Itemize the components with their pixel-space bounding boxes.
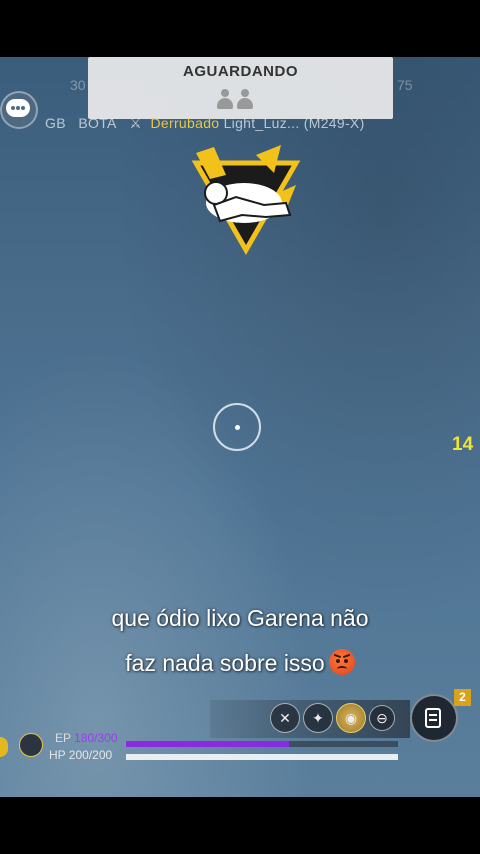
knockdown-icon: [191, 145, 301, 255]
waiting-banner: AGUARDANDO: [88, 57, 393, 119]
killfeed-action: Derrubado: [150, 115, 220, 131]
hp-label: HP 200/200: [49, 748, 112, 762]
ability-3-icon[interactable]: ◉: [336, 703, 366, 733]
teammates-waiting-icon: [216, 89, 254, 111]
player-avatar: [19, 733, 43, 757]
caption-line-2: faz nada sobre isso: [40, 649, 440, 677]
killfeed-weapon: (M249-X): [303, 115, 365, 131]
caption-line-1: que ódio lixo Garena não: [111, 605, 369, 631]
crosshair: [213, 403, 261, 451]
hp-value: 200/200: [68, 748, 113, 762]
caption-line-2-text: faz nada sobre isso: [125, 650, 325, 676]
killfeed-player: BOTA: [78, 115, 117, 131]
ep-label: EP 180/300: [55, 731, 118, 745]
ability-1-icon[interactable]: ✕: [270, 703, 300, 733]
inventory-button[interactable]: [410, 694, 458, 742]
kill-feed: GB BOTA ⚔ Derrubado Light_Luz... (M249-X…: [45, 115, 365, 132]
killfeed-victim: Light_Luz...: [223, 115, 300, 131]
ability-2-icon[interactable]: ✦: [303, 703, 333, 733]
faint-number-right: 75: [397, 77, 413, 93]
ep-bar-fill: [126, 741, 290, 747]
ep-label-text: EP: [55, 731, 71, 745]
hp-bar: [126, 754, 398, 760]
ep-bar: [126, 741, 398, 747]
faint-number-left: 30: [70, 77, 86, 93]
banner-title: AGUARDANDO: [183, 63, 298, 80]
ability-4-icon[interactable]: ⊖: [369, 705, 395, 731]
chat-button[interactable]: [0, 91, 38, 129]
chat-icon: [6, 99, 30, 117]
killfeed-team: GB: [45, 115, 66, 131]
ep-value: 180/300: [74, 731, 118, 745]
crosshair-dot: [235, 425, 240, 430]
angry-face-emoji: [328, 649, 355, 675]
hp-label-text: HP: [49, 748, 66, 762]
inventory-count-badge: 2: [454, 689, 471, 706]
players-alive-count: 14: [452, 434, 474, 455]
game-viewport[interactable]: 30 75 AGUARDANDO GB BOTA ⚔ Derrubado Lig…: [0, 57, 480, 797]
hp-bar-fill: [126, 754, 398, 760]
backpack-icon: [425, 708, 441, 728]
weapon-icon: ⚔: [129, 115, 143, 131]
